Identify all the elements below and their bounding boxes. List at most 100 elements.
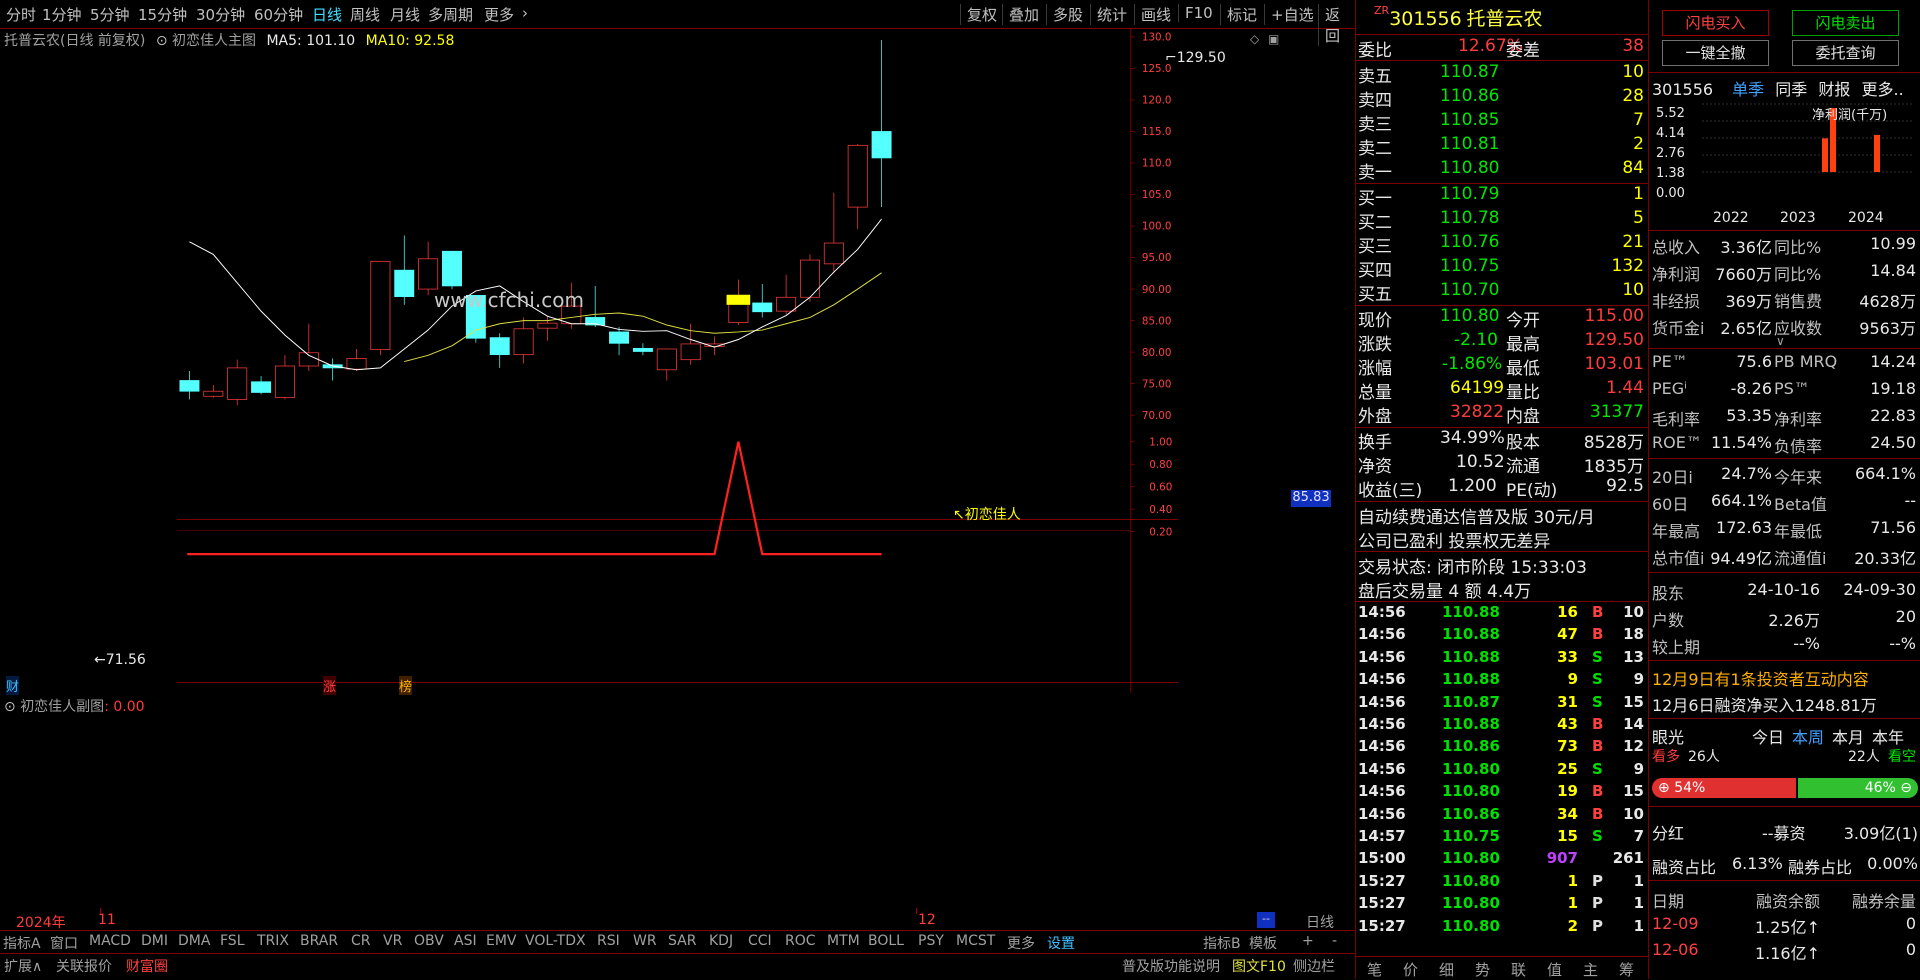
tab-trix[interactable]: TRIX bbox=[257, 933, 289, 949]
tab-multiperiod[interactable]: 多周期 bbox=[428, 4, 473, 25]
tab-monthly[interactable]: 月线 bbox=[390, 4, 420, 25]
bid-row[interactable]: 买三 110.76 21 bbox=[1358, 232, 1648, 257]
tab-window[interactable]: 窗口 bbox=[50, 933, 78, 953]
tab-indicator-a[interactable]: 指标A bbox=[3, 933, 41, 953]
tab-boll[interactable]: BOLL bbox=[868, 933, 904, 949]
chevron-circle-icon[interactable]: ⊙ bbox=[156, 33, 168, 49]
flash-sell-button[interactable]: 闪电卖出 bbox=[1792, 10, 1899, 36]
chevron-down-icon[interactable]: ∨ bbox=[1776, 334, 1785, 348]
tab-5min[interactable]: 5分钟 bbox=[90, 4, 130, 25]
tab-vol-tdx[interactable]: VOL-TDX bbox=[525, 933, 586, 949]
expand-button[interactable]: 扩展∧ bbox=[4, 956, 42, 976]
window-icon[interactable]: ▣ bbox=[1268, 32, 1279, 46]
tab-1min[interactable]: 1分钟 bbox=[42, 4, 82, 25]
tab-quarter[interactable]: 单季 bbox=[1732, 80, 1764, 99]
bear-bar[interactable]: 46% ⊖ bbox=[1798, 778, 1918, 798]
chevron-circle-icon[interactable]: ⊙ bbox=[4, 699, 16, 715]
multi-stock-button[interactable]: 多股 bbox=[1046, 4, 1089, 25]
ask-row[interactable]: 卖一 110.80 84 bbox=[1358, 158, 1648, 183]
tab-report[interactable]: 财报 bbox=[1818, 80, 1850, 99]
tab-dmi[interactable]: DMI bbox=[141, 933, 168, 949]
promo-subscription[interactable]: 自动续费通达信普及版 30元/月 bbox=[1358, 503, 1595, 528]
tab-fenshi[interactable]: 分时 bbox=[6, 4, 36, 25]
tab-bi[interactable]: 笔 bbox=[1367, 959, 1382, 980]
tab-chou[interactable]: 筹 bbox=[1619, 959, 1634, 980]
promo-profit[interactable]: 公司已盈利 投票权无差异 bbox=[1358, 527, 1550, 552]
news-interaction[interactable]: 12月9日有1条投资者互动内容 bbox=[1652, 666, 1869, 690]
eye-today[interactable]: 今日 bbox=[1752, 724, 1784, 748]
ask-row[interactable]: 卖二 110.81 2 bbox=[1358, 134, 1648, 159]
tab-60min[interactable]: 60分钟 bbox=[254, 4, 303, 25]
news-margin[interactable]: 12月6日融资净买入1248.81万 bbox=[1652, 692, 1877, 716]
tab-settings[interactable]: 设置 bbox=[1047, 933, 1075, 953]
f10-text-tab[interactable]: 图文F10 bbox=[1232, 956, 1286, 976]
tab-mtm[interactable]: MTM bbox=[827, 933, 860, 949]
tab-cci[interactable]: CCI bbox=[748, 933, 772, 949]
overlay-button[interactable]: 叠加 bbox=[1002, 4, 1045, 25]
tab-fsl[interactable]: FSL bbox=[220, 933, 245, 949]
ask-row[interactable]: 卖三 110.85 7 bbox=[1358, 110, 1648, 135]
ask-row[interactable]: 卖五 110.87 10 bbox=[1358, 62, 1648, 87]
help-link[interactable]: 普及版功能说明 bbox=[1122, 956, 1220, 976]
tab-shi[interactable]: 势 bbox=[1475, 959, 1490, 980]
tab-30min[interactable]: 30分钟 bbox=[196, 4, 245, 25]
bull-bar[interactable]: ⊕ 54% bbox=[1652, 778, 1796, 798]
bid-row[interactable]: 买一 110.79 1 bbox=[1358, 184, 1648, 209]
tab-wr[interactable]: WR bbox=[633, 933, 657, 949]
tab-asi[interactable]: ASI bbox=[454, 933, 477, 949]
sidebar-toggle[interactable]: 侧边栏 bbox=[1293, 956, 1335, 976]
tab-cr[interactable]: CR bbox=[351, 933, 371, 949]
bid-row[interactable]: 买五 110.70 10 bbox=[1358, 280, 1648, 305]
tab-weekly[interactable]: 周线 bbox=[350, 4, 380, 25]
tab-more-indicators[interactable]: 更多 bbox=[1007, 933, 1035, 953]
ask-row[interactable]: 卖四 110.86 28 bbox=[1358, 86, 1648, 111]
bid-row[interactable]: 买四 110.75 132 bbox=[1358, 256, 1648, 281]
tab-mcst[interactable]: MCST bbox=[956, 933, 995, 949]
tab-zhu[interactable]: 主 bbox=[1583, 959, 1598, 980]
cancel-all-button[interactable]: 一键全撤 bbox=[1662, 40, 1769, 66]
related-quotes-tab[interactable]: 关联报价 bbox=[56, 956, 112, 976]
fuquan-button[interactable]: 复权 bbox=[960, 4, 1003, 25]
add-watchlist-button[interactable]: +自选 bbox=[1264, 4, 1320, 25]
zoom-in-button[interactable]: + bbox=[1302, 933, 1314, 949]
stats-button[interactable]: 统计 bbox=[1090, 4, 1133, 25]
mark-button[interactable]: 标记 bbox=[1220, 4, 1263, 25]
eye-year[interactable]: 本年 bbox=[1872, 724, 1904, 748]
flash-buy-button[interactable]: 闪电买入 bbox=[1662, 10, 1769, 36]
zoom-out-button[interactable]: - bbox=[1332, 933, 1337, 949]
tab-same-quarter[interactable]: 同季 bbox=[1775, 80, 1807, 99]
tab-template[interactable]: 模板 bbox=[1249, 933, 1277, 953]
marker-bang[interactable]: 榜 bbox=[399, 676, 413, 695]
tab-fin-more[interactable]: 更多.. bbox=[1862, 80, 1904, 99]
tab-more[interactable]: 更多 bbox=[484, 4, 514, 25]
diamond-icon[interactable]: ◇ bbox=[1250, 32, 1259, 46]
marker-zhang[interactable]: 涨 bbox=[323, 676, 337, 695]
bid-row[interactable]: 买二 110.78 5 bbox=[1358, 208, 1648, 233]
tab-daily[interactable]: 日线 bbox=[312, 4, 342, 25]
tab-jia[interactable]: 价 bbox=[1403, 959, 1418, 980]
tab-brar[interactable]: BRAR bbox=[300, 933, 338, 949]
tab-psy[interactable]: PSY bbox=[918, 933, 944, 949]
tab-rsi[interactable]: RSI bbox=[597, 933, 620, 949]
tab-obv[interactable]: OBV bbox=[414, 933, 444, 949]
tab-15min[interactable]: 15分钟 bbox=[138, 4, 187, 25]
eye-month[interactable]: 本月 bbox=[1832, 724, 1864, 748]
tab-roc[interactable]: ROC bbox=[785, 933, 816, 949]
chevron-right-icon[interactable]: › bbox=[522, 4, 528, 22]
indicator-name[interactable]: 初恋佳人主图 bbox=[172, 33, 256, 49]
tab-xi[interactable]: 细 bbox=[1439, 959, 1454, 980]
tab-macd[interactable]: MACD bbox=[89, 933, 131, 949]
marker-cai[interactable]: 财 bbox=[6, 676, 20, 695]
tab-dma[interactable]: DMA bbox=[178, 933, 210, 949]
tab-zhi[interactable]: 值 bbox=[1547, 959, 1562, 980]
eye-week[interactable]: 本周 bbox=[1792, 724, 1824, 748]
wealth-circle-tab[interactable]: 财富圈 bbox=[126, 956, 168, 976]
tab-emv[interactable]: EMV bbox=[486, 933, 517, 949]
sub-chart-title[interactable]: 初恋佳人副图 bbox=[20, 699, 104, 715]
kline-chart[interactable]: 130.0125.0120.0115.0110.0105.0100.095.00… bbox=[0, 28, 1355, 693]
draw-button[interactable]: 画线 bbox=[1134, 4, 1177, 25]
f10-button[interactable]: F10 bbox=[1178, 4, 1219, 22]
tab-sar[interactable]: SAR bbox=[668, 933, 696, 949]
order-query-button[interactable]: 委托查询 bbox=[1792, 40, 1899, 66]
tab-kdj[interactable]: KDJ bbox=[709, 933, 733, 949]
